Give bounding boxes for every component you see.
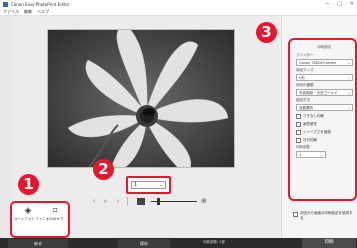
- checkbox-label: 画質優先: [303, 122, 317, 126]
- zoom-slider-thumb[interactable]: [157, 197, 161, 205]
- chevron-down-icon: ⌄: [347, 75, 351, 80]
- quality-checkbox[interactable]: 画質優先: [296, 122, 353, 127]
- paper-size-value: L判: [299, 76, 305, 80]
- play-icon[interactable]: ▹: [100, 197, 112, 205]
- copies-label: 印刷部数: [296, 145, 310, 149]
- page-select-value: 1: [134, 182, 138, 188]
- photo-preview[interactable]: [47, 29, 235, 168]
- paper-size-dropdown[interactable]: L判 ⌄: [296, 74, 353, 81]
- checkbox-box[interactable]: [296, 138, 301, 143]
- callout-badge-2: 2: [93, 159, 114, 180]
- media-type-dropdown[interactable]: 写真用紙・光沢ゴールド ⌄: [296, 89, 353, 96]
- remember-settings-checkbox[interactable]: 次回から画面の印刷設定を使用する: [293, 211, 355, 221]
- tool-label: トリミング: [46, 217, 64, 221]
- settings-form: 印刷設定 プリンター Canon TS8200 series ⌄ 用紙サイズ L…: [296, 45, 353, 158]
- window-title: Canon Easy-PhotoPrint Editor: [11, 2, 70, 7]
- checkbox-label: 日付印刷: [303, 138, 317, 142]
- zoom-slider[interactable]: [151, 197, 197, 205]
- checkbox-box[interactable]: [293, 212, 298, 217]
- close-icon[interactable]: ✕: [350, 1, 354, 7]
- flower-photo-image: [48, 30, 234, 167]
- copies-value: 1: [299, 153, 302, 157]
- checkbox-box[interactable]: [296, 122, 301, 127]
- page-select-dropdown[interactable]: 1 ⌄: [131, 181, 166, 189]
- app-window: Canon Easy-PhotoPrint Editor ─ □ ✕ ファイル …: [0, 0, 357, 248]
- menu-bar: ファイル 編集 ヘルプ: [0, 9, 357, 16]
- app-icon: [3, 2, 8, 7]
- checkbox-box[interactable]: [296, 114, 301, 119]
- menu-help[interactable]: ヘルプ: [37, 9, 49, 15]
- zoom-in-icon[interactable]: ⊕: [201, 197, 207, 205]
- window-controls: ─ □ ✕: [326, 1, 354, 7]
- chevron-down-icon: ⌄: [158, 182, 163, 188]
- minimize-icon[interactable]: ─: [326, 1, 329, 7]
- paper-source-dropdown[interactable]: 自動選択 ⌄: [296, 104, 353, 111]
- callout-badge-1: 1: [18, 174, 39, 195]
- chevron-down-icon: ⌄: [347, 90, 351, 95]
- callout-badge-3: 3: [256, 22, 277, 43]
- next-page-icon[interactable]: ›: [112, 197, 124, 205]
- date-checkbox[interactable]: 日付印刷: [296, 138, 353, 143]
- checkbox-box[interactable]: [296, 130, 301, 135]
- chevron-down-icon: ⌄: [347, 105, 351, 110]
- sharpen-checkbox[interactable]: シャープさを強調: [296, 130, 353, 135]
- back-button[interactable]: 戻る: [8, 239, 68, 248]
- remember-settings-label: 次回から画面の印刷設定を使用する: [300, 211, 353, 220]
- maximize-icon[interactable]: □: [337, 1, 342, 7]
- paper-source-value: 自動選択: [299, 106, 313, 110]
- printer-dropdown[interactable]: Canon TS8200 series ⌄: [296, 59, 353, 66]
- printer-label: プリンター: [296, 53, 314, 57]
- auto-photo-finisher-button[interactable]: ◈ オートフォトフィニッシャー: [14, 206, 60, 221]
- divider: [127, 196, 128, 206]
- paper-source-label: 給紙方法: [296, 98, 310, 102]
- printer-value: Canon TS8200 series: [299, 61, 337, 65]
- crop-button[interactable]: ⌗ トリミング: [41, 206, 69, 221]
- preview-nav: ‹ ▹ › ⊕: [88, 195, 213, 207]
- crop-icon: ⌗: [52, 206, 58, 216]
- settings-title: 印刷設定: [317, 45, 332, 49]
- paper-size-label: 用紙サイズ: [296, 68, 314, 72]
- tool-label: オートフォトフィニッシャー: [14, 217, 60, 221]
- ink-drop-icon: ◈: [24, 206, 32, 216]
- checkbox-label: フチなし印刷: [303, 114, 324, 118]
- chevron-down-icon: ⌄: [347, 60, 351, 65]
- title-bar: Canon Easy-PhotoPrint Editor ─ □ ✕: [0, 0, 357, 9]
- media-type-label: 用紙の種類: [296, 83, 314, 87]
- checkbox-label: シャープさを強調: [303, 130, 331, 134]
- bottom-bar: 戻る 保存 印刷部数: 1部 印刷: [0, 238, 357, 248]
- menu-file[interactable]: ファイル: [3, 9, 19, 15]
- media-type-value: 写真用紙・光沢ゴールド: [299, 91, 338, 95]
- print-button[interactable]: 印刷: [302, 238, 356, 248]
- chevron-down-icon: ⌄: [320, 152, 324, 157]
- copies-dropdown[interactable]: 1 ⌄: [296, 151, 326, 158]
- prev-page-icon[interactable]: ‹: [88, 197, 100, 205]
- page-select-highlight: 1 ⌄: [126, 176, 171, 194]
- save-button[interactable]: 保存: [118, 239, 170, 248]
- menu-edit[interactable]: 編集: [24, 9, 32, 15]
- borderless-checkbox[interactable]: フチなし印刷: [296, 114, 353, 119]
- tools-highlight: ◈ オートフォトフィニッシャー ⌗ トリミング: [10, 201, 70, 238]
- print-count-status: 印刷部数: 1部: [203, 240, 226, 244]
- fit-to-window-icon[interactable]: [137, 197, 145, 205]
